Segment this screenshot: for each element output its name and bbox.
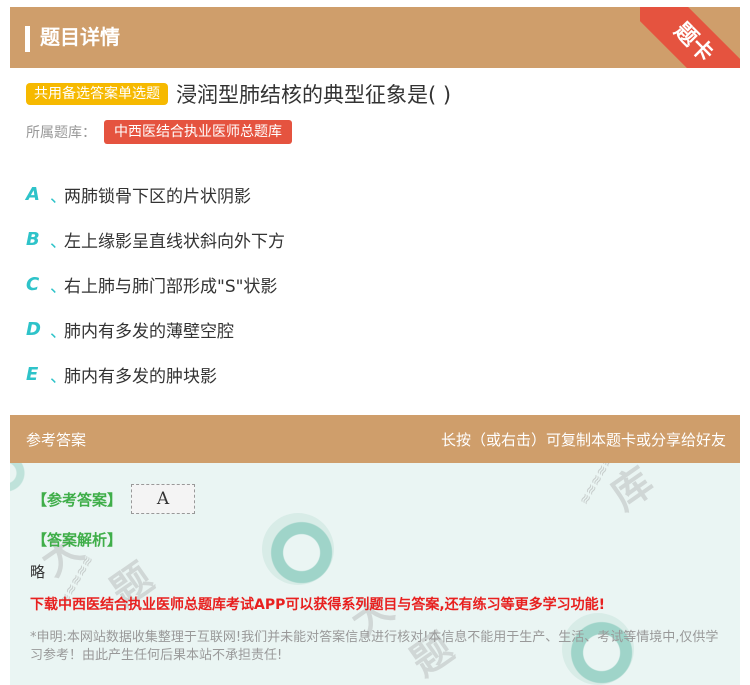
option-e[interactable]: E 、 肺内有多发的肿块影 <box>26 352 285 397</box>
explanation-text: 略 <box>30 563 46 581</box>
disclaimer-text: *申明:本网站数据收集整理于互联网!我们并未能对答案信息进行核对!本信息不能用于… <box>30 630 719 663</box>
option-separator: 、 <box>50 187 67 207</box>
option-letter: C <box>26 274 40 295</box>
option-letter: B <box>26 229 40 250</box>
question-bank-line: 所属题库： 中西医结合执业医师总题库 <box>26 120 292 144</box>
bank-name-badge[interactable]: 中西医结合执业医师总题库 <box>104 120 292 144</box>
question-line: 共用备选答案单选题 浸润型肺结核的典型征象是( ) <box>26 79 451 109</box>
bank-label: 所属题库： <box>26 125 96 141</box>
option-letter: D <box>26 319 41 340</box>
ribbon-label: 题卡 <box>640 7 740 68</box>
option-letter: A <box>26 184 40 205</box>
option-letter: E <box>26 364 39 385</box>
answer-section-header: 参考答案 长按（或右击）可复制本题卡或分享给好友 <box>10 415 740 463</box>
question-text: 浸润型肺结核的典型征象是( ) <box>176 83 452 107</box>
option-c[interactable]: C 、 右上肺与肺门部形成"S"状影 <box>26 262 285 307</box>
watermark-logo-icon <box>262 513 334 585</box>
app-download-promo[interactable]: 下载中西医结合执业医师总题库考试APP可以获得系列题目与答案,还有练习等更多学习… <box>30 594 605 614</box>
answer-label: 【参考答案】 <box>32 491 123 509</box>
option-a[interactable]: A 、 两肺锁骨下区的片状阴影 <box>26 172 285 217</box>
option-text: 两肺锁骨下区的片状阴影 <box>64 187 251 207</box>
answer-section-title: 参考答案 <box>26 431 87 449</box>
option-separator: 、 <box>50 277 67 297</box>
option-b[interactable]: B 、 左上缘影呈直线状斜向外下方 <box>26 217 285 262</box>
option-separator: 、 <box>50 322 67 342</box>
answer-section-body: 大 题 大 题 库 ≋≋≋≋≋ ≋≋≋≋≋ 【参考答案】 A 【答案解析】 略 … <box>10 463 740 685</box>
option-text: 左上缘影呈直线状斜向外下方 <box>64 232 285 252</box>
option-text: 肺内有多发的薄壁空腔 <box>64 322 234 342</box>
option-text: 右上肺与肺门部形成"S"状影 <box>64 277 278 297</box>
option-text: 肺内有多发的肿块影 <box>64 367 217 387</box>
share-hint: 长按（或右击）可复制本题卡或分享给好友 <box>440 431 726 449</box>
corner-ribbon[interactable]: 题卡 <box>640 7 740 68</box>
option-d[interactable]: D 、 肺内有多发的薄壁空腔 <box>26 307 285 352</box>
watermark-logo-icon <box>10 463 26 493</box>
option-separator: 、 <box>50 232 67 252</box>
option-separator: 、 <box>50 367 67 387</box>
options-list: A 、 两肺锁骨下区的片状阴影 B 、 左上缘影呈直线状斜向外下方 C 、 右上… <box>26 172 285 397</box>
explanation-label: 【答案解析】 <box>32 531 123 549</box>
page-header: 题目详情 题卡 <box>10 7 740 68</box>
header-accent-bar <box>25 26 30 52</box>
page-title: 题目详情 <box>40 25 120 49</box>
question-type-badge: 共用备选答案单选题 <box>26 83 168 105</box>
answer-value: A <box>131 484 195 514</box>
